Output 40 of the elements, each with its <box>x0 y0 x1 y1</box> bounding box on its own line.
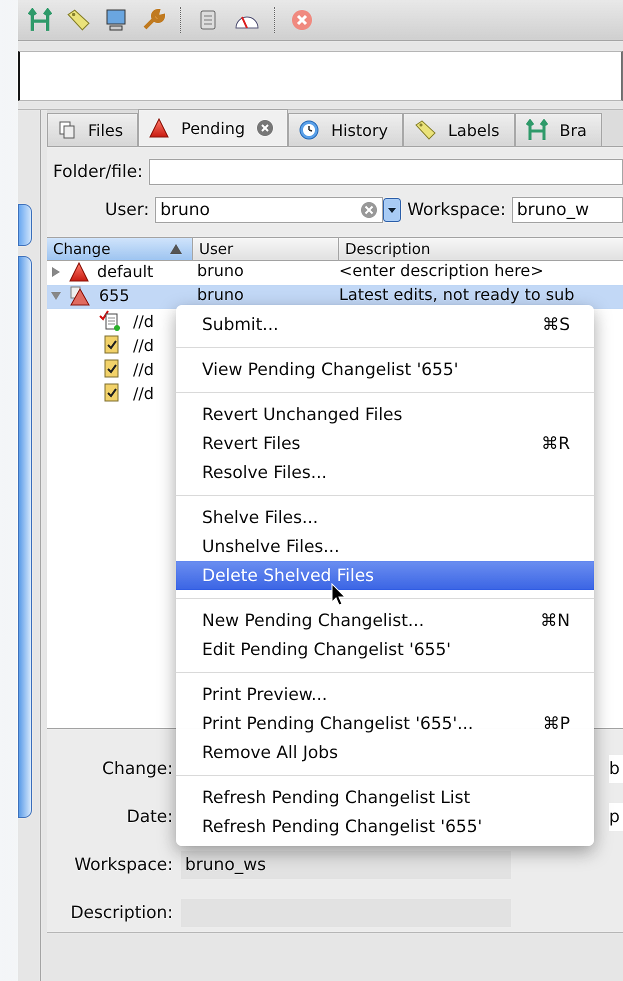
menu-item[interactable]: Shelve Files... <box>176 503 594 532</box>
menu-item[interactable]: Revert Files ⌘R <box>176 429 594 458</box>
tab[interactable]: Labels <box>403 113 514 146</box>
detail-field: bruno_ws <box>181 851 511 879</box>
menu-item[interactable]: Resolve Files... <box>176 458 594 487</box>
tab[interactable]: Pending <box>138 109 288 146</box>
column-header[interactable]: Description <box>339 238 623 260</box>
workspace-field[interactable]: bruno_w <box>512 197 623 223</box>
detail-field: b <box>609 755 623 783</box>
field-label: Description: <box>69 903 173 923</box>
menu-item[interactable]: Print Preview... <box>176 680 594 709</box>
file-path[interactable]: //d <box>133 336 154 354</box>
file-path[interactable]: //d <box>133 312 154 330</box>
menu-item[interactable]: View Pending Changelist '655' <box>176 355 594 384</box>
menu-item[interactable]: New Pending Changelist... ⌘N <box>176 606 594 635</box>
menu-item[interactable]: Refresh Pending Changelist List <box>176 783 594 812</box>
field-label: Workspace: <box>407 200 506 220</box>
changelist-row[interactable]: default bruno <enter description here> <box>47 261 623 285</box>
menu-item[interactable]: Revert Unchanged Files <box>176 400 594 429</box>
user-field[interactable]: bruno <box>155 197 384 223</box>
menu-item[interactable]: Delete Shelved Files <box>176 561 594 590</box>
column-header[interactable]: User <box>193 238 339 260</box>
tab[interactable]: Bra <box>514 113 602 146</box>
tab[interactable]: Files <box>47 113 138 146</box>
field-label: Folder/file: <box>53 162 143 182</box>
menu-item[interactable]: Submit... ⌘S <box>176 310 594 339</box>
field-label: User: <box>105 200 150 220</box>
file-path[interactable]: //d <box>133 360 154 378</box>
field-label: Date: <box>126 807 173 827</box>
detail-field: p <box>609 803 623 831</box>
file-path[interactable]: //d <box>133 384 154 402</box>
field-label: Change: <box>101 759 173 779</box>
menu-item[interactable]: Print Pending Changelist '655'... ⌘P <box>176 709 594 738</box>
menu-item[interactable]: Unshelve Files... <box>176 532 594 561</box>
menu-item[interactable]: Refresh Pending Changelist '655' <box>176 812 594 841</box>
field-label: Workspace: <box>73 855 173 875</box>
tab[interactable]: History <box>288 113 403 146</box>
menu-item[interactable]: Remove All Jobs <box>176 738 594 767</box>
column-header[interactable]: Change <box>47 238 193 260</box>
menu-item[interactable]: Edit Pending Changelist '655' <box>176 635 594 664</box>
